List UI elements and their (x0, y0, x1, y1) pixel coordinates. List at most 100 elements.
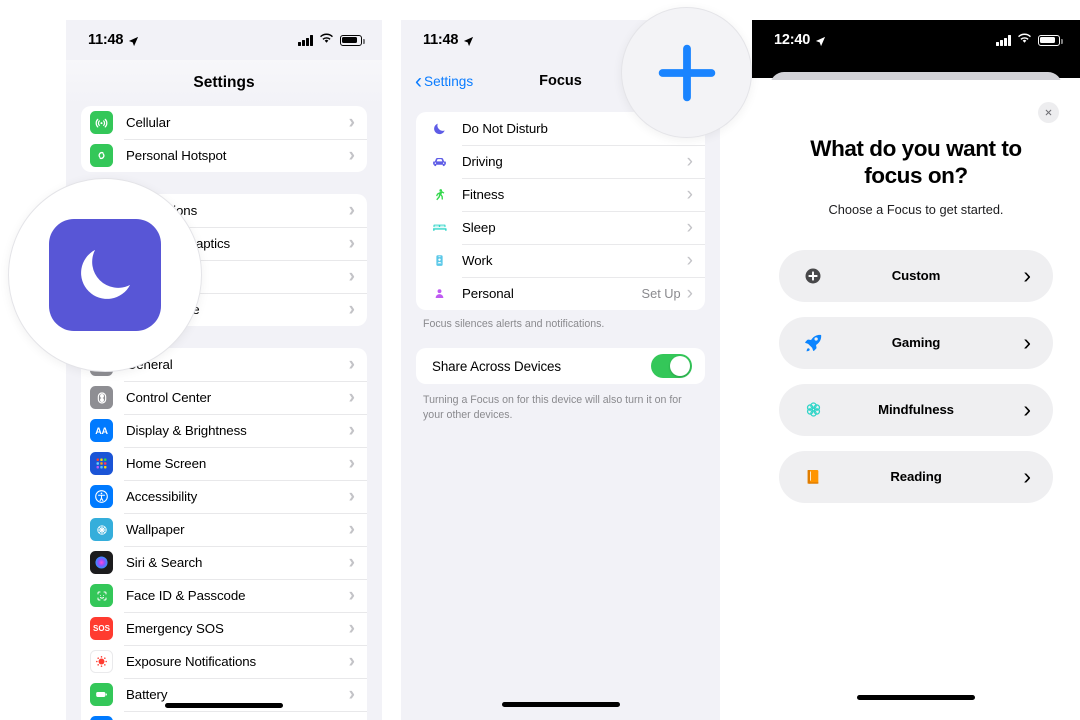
chevron-right-icon (349, 113, 355, 132)
face-id-icon (90, 584, 113, 607)
location-arrow-icon (128, 35, 139, 46)
sidebar-item-face-id-passcode[interactable]: Face ID & Passcode (81, 579, 367, 612)
share-across-devices-row[interactable]: Share Across Devices (416, 348, 705, 385)
focus-app-icon-magnifier (8, 178, 202, 372)
share-across-devices-note: Turning a Focus on for this device will … (423, 394, 682, 421)
sidebar-item-display-brightness[interactable]: AA Display & Brightness (81, 414, 367, 447)
chevron-right-icon (687, 284, 693, 304)
chevron-right-icon (349, 388, 355, 407)
emergency-sos-icon: SOS (90, 617, 113, 640)
running-person-icon (430, 187, 448, 203)
sidebar-item-home-screen[interactable]: Home Screen (81, 447, 367, 480)
focus-option-reading[interactable]: Reading (779, 450, 1053, 503)
sidebar-item-privacy[interactable]: Privacy (81, 711, 367, 720)
focus-footer-note: Focus silences alerts and notifications. (423, 318, 605, 330)
chevron-right-icon (687, 251, 693, 271)
home-indicator (165, 703, 283, 708)
share-across-devices-toggle[interactable] (651, 354, 692, 379)
status-time: 11:48 (423, 32, 474, 48)
wifi-icon (319, 31, 334, 49)
chevron-right-icon (687, 152, 693, 172)
chevron-right-icon (349, 201, 355, 220)
control-center-icon (90, 386, 113, 409)
status-time-text: 11:48 (88, 32, 124, 48)
chevron-right-icon (349, 553, 355, 572)
settings-nav-bar: Settings (66, 60, 382, 106)
chevron-right-icon (349, 421, 355, 440)
siri-search-icon (90, 551, 113, 574)
sidebar-item-label: Siri & Search (126, 555, 203, 570)
chevron-right-icon (349, 454, 355, 473)
focus-picker-sheet: What do you want to focus on? Choose a F… (752, 80, 1080, 720)
chevron-right-icon (1023, 264, 1031, 288)
close-icon[interactable] (1038, 102, 1059, 123)
sidebar-item-exposure-notifications[interactable]: Exposure Notifications (81, 645, 367, 678)
back-to-settings-button[interactable]: Settings (415, 71, 473, 92)
status-time-text: 12:40 (774, 32, 811, 48)
focus-option-gaming[interactable]: Gaming (779, 316, 1053, 369)
person-icon (430, 286, 448, 301)
focus-row-label: Fitness (462, 187, 505, 202)
add-focus-plus-magnifier (621, 7, 752, 138)
wallpaper-icon (90, 518, 113, 541)
chevron-right-icon (1023, 398, 1031, 422)
sidebar-item-wallpaper[interactable]: Wallpaper (81, 513, 367, 546)
sidebar-item-label: Home Screen (126, 456, 207, 471)
bed-icon (430, 219, 448, 236)
focus-row-sleep[interactable]: Sleep (416, 211, 705, 244)
focus-option-custom[interactable]: Custom (779, 249, 1053, 302)
status-indicators (996, 31, 1063, 49)
page-title: What do you want to focus on? (810, 136, 1022, 189)
accessibility-icon (90, 485, 113, 508)
settings-group: Cellular Personal Hotspot (81, 106, 367, 172)
chevron-left-icon (415, 71, 422, 92)
settings-group: General Control Center AA Display & Brig… (81, 348, 367, 720)
focus-app-tile (49, 219, 161, 331)
book-icon (801, 465, 825, 489)
focus-row-value: Set Up (641, 286, 681, 301)
sidebar-item-label: Face ID & Passcode (126, 588, 246, 603)
focus-options-list: Custom Gaming (752, 249, 1080, 503)
chevron-right-icon (349, 146, 355, 165)
wifi-icon (1017, 31, 1032, 49)
sidebar-item-label: Battery (126, 687, 168, 702)
privacy-icon (90, 716, 113, 720)
sidebar-item-label: Control Center (126, 390, 212, 405)
sidebar-item-label: Wallpaper (126, 522, 185, 537)
home-indicator (501, 702, 620, 707)
status-bar-right: 12:40 (752, 20, 1080, 60)
location-arrow-icon (815, 35, 826, 46)
sidebar-item-control-center[interactable]: Control Center (81, 381, 367, 414)
focus-row-fitness[interactable]: Fitness (416, 178, 705, 211)
battery-settings-icon (90, 683, 113, 706)
share-across-devices-label: Share Across Devices (432, 358, 561, 374)
sidebar-item-emergency-sos[interactable]: SOS Emergency SOS (81, 612, 367, 645)
rocket-icon (801, 331, 825, 355)
page-subtitle: Choose a Focus to get started. (828, 201, 1004, 217)
focus-option-mindfulness[interactable]: Mindfulness (779, 383, 1053, 436)
chevron-right-icon (349, 234, 355, 253)
sidebar-item-label: Emergency SOS (126, 621, 224, 636)
car-icon (430, 153, 448, 170)
cellular-bars-icon (298, 35, 313, 46)
sidebar-item-personal-hotspot[interactable]: Personal Hotspot (81, 139, 367, 172)
focus-picker-sheet-screen: 12:40 What do you want to focus on? Choo… (752, 20, 1080, 720)
chevron-right-icon (349, 355, 355, 374)
battery-icon (1038, 34, 1063, 46)
back-button-label: Settings (424, 73, 474, 89)
chevron-right-icon (349, 685, 355, 704)
focus-row-driving[interactable]: Driving (416, 145, 705, 178)
sidebar-item-label: Accessibility (126, 489, 198, 504)
sidebar-item-label: Display & Brightness (126, 423, 247, 438)
sidebar-item-accessibility[interactable]: Accessibility (81, 480, 367, 513)
focus-row-work[interactable]: Work (416, 244, 705, 277)
location-arrow-icon (463, 35, 474, 46)
chevron-right-icon (687, 218, 693, 238)
focus-row-personal[interactable]: Personal Set Up (416, 277, 705, 310)
sidebar-item-siri-search[interactable]: Siri & Search (81, 546, 367, 579)
sidebar-item-label: Exposure Notifications (126, 654, 257, 669)
focus-modes-list: Do Not Disturb Driving Fitness (401, 112, 720, 422)
page-title: Settings (193, 74, 255, 91)
chevron-right-icon (349, 586, 355, 605)
sidebar-item-cellular[interactable]: Cellular (81, 106, 367, 139)
